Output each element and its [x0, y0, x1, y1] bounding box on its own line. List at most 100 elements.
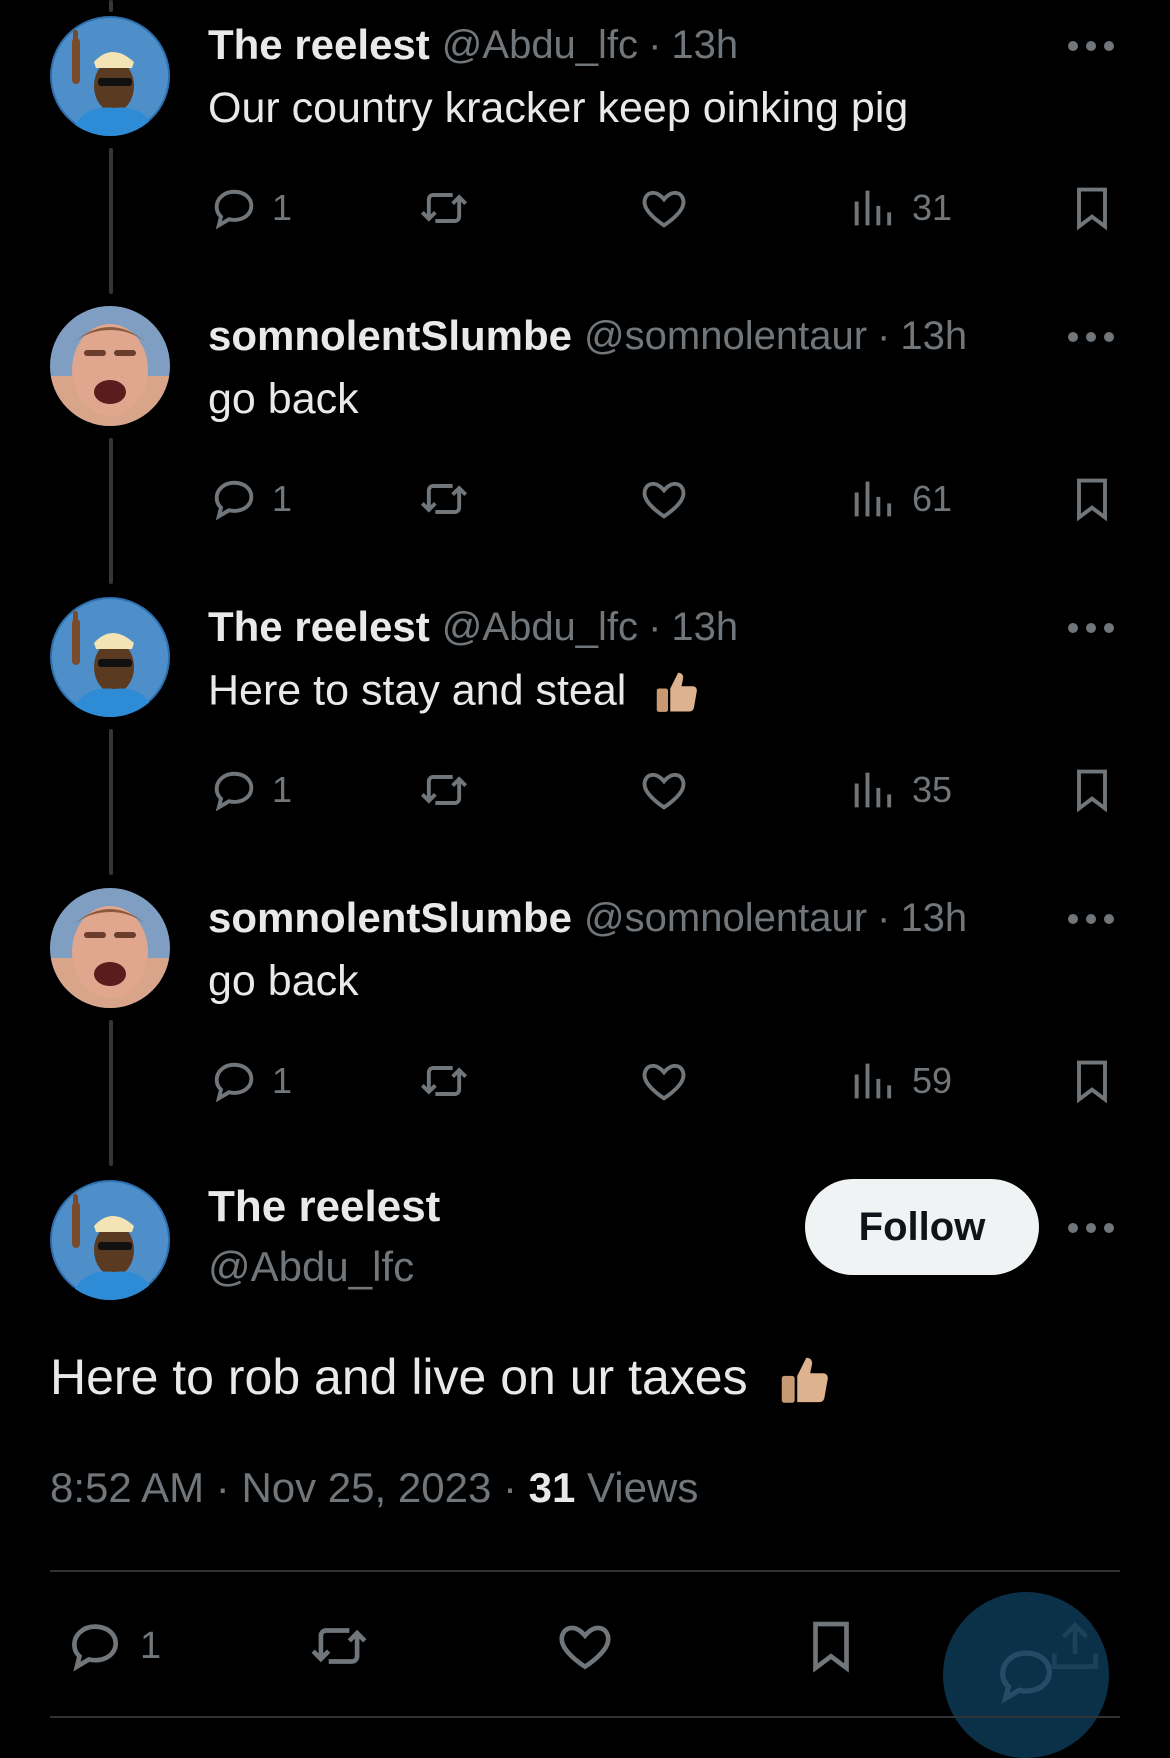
views-icon — [854, 190, 892, 226]
more-icon[interactable] — [1068, 327, 1114, 347]
reply-button[interactable]: 1 — [208, 471, 292, 527]
more-icon[interactable] — [1068, 618, 1114, 638]
reply-button[interactable]: 1 — [208, 762, 292, 818]
bookmark-button[interactable] — [1066, 1053, 1118, 1109]
bookmark-icon — [1077, 1060, 1107, 1104]
reply-icon — [214, 1062, 254, 1103]
bookmark-button[interactable] — [1066, 180, 1118, 236]
tweet-text: go back — [208, 375, 359, 423]
reply-icon — [214, 771, 254, 812]
like-button[interactable] — [638, 1053, 690, 1109]
tweet-text-content: Here to rob and live on ur taxes — [50, 1349, 748, 1405]
compose-fab-icon — [1000, 1650, 1052, 1704]
like-button[interactable] — [554, 1614, 616, 1678]
retweet-button[interactable] — [418, 762, 470, 818]
views-icon — [854, 772, 892, 808]
avatar[interactable] — [50, 888, 170, 1008]
reply-count: 1 — [272, 769, 293, 810]
tweet-text: Here to rob and live on ur taxes — [50, 1348, 836, 1412]
bookmark-icon — [1077, 769, 1107, 813]
like-button[interactable] — [638, 471, 690, 527]
tweet-time[interactable]: 8:52 AM — [50, 1464, 204, 1511]
like-icon — [642, 772, 686, 810]
separator: · — [877, 313, 891, 358]
views-label: Views — [587, 1464, 699, 1511]
more-icon[interactable] — [1068, 36, 1114, 56]
tweet-text: Our country kracker keep oinking pig — [208, 84, 909, 132]
like-icon — [642, 190, 686, 228]
thumbs-up-emoji — [781, 1357, 828, 1403]
bookmark-icon — [813, 1621, 849, 1673]
views-button[interactable]: 61 — [848, 471, 952, 527]
retweet-icon — [311, 1628, 367, 1664]
thread-line — [109, 438, 113, 584]
author-name[interactable]: somnolentSlumbe — [208, 894, 572, 942]
compose-fab[interactable] — [943, 1592, 1109, 1758]
reply-icon — [72, 1624, 118, 1672]
retweet-button[interactable] — [418, 180, 470, 236]
divider — [50, 1570, 1120, 1572]
views-count: 59 — [912, 1060, 953, 1101]
separator: · — [648, 604, 662, 649]
author-handle[interactable]: @Abdu_lfc — [208, 1243, 414, 1291]
timestamp[interactable]: 13h — [671, 605, 738, 650]
retweet-icon — [420, 775, 468, 805]
follow-button[interactable]: Follow — [805, 1179, 1039, 1275]
views-button[interactable]: 31 — [848, 180, 952, 236]
views-count: 31 — [912, 187, 953, 228]
author-handle[interactable]: @Abdu_lfc — [442, 605, 638, 650]
like-button[interactable] — [638, 762, 690, 818]
views-icon — [854, 1063, 892, 1099]
reply-count: 1 — [272, 187, 293, 228]
timestamp[interactable]: 13h — [900, 314, 967, 359]
avatar[interactable] — [50, 16, 170, 136]
avatar[interactable] — [50, 597, 170, 717]
retweet-icon — [420, 484, 468, 514]
timestamp[interactable]: 13h — [671, 23, 738, 68]
like-icon — [559, 1625, 611, 1670]
author-name[interactable]: somnolentSlumbe — [208, 312, 572, 360]
views-icon — [854, 481, 892, 517]
separator: · — [502, 1464, 517, 1511]
bookmark-button[interactable] — [1066, 471, 1118, 527]
divider — [50, 1716, 1120, 1718]
avatar[interactable] — [50, 1180, 170, 1300]
bookmark-icon — [1077, 478, 1107, 522]
more-icon[interactable] — [1068, 1218, 1114, 1238]
author-handle[interactable]: @Abdu_lfc — [442, 23, 638, 68]
reply-icon — [214, 480, 254, 521]
thread-line — [109, 148, 113, 294]
views-count: 61 — [912, 478, 953, 519]
bookmark-button[interactable] — [1066, 762, 1118, 818]
thumbs-up-emoji — [657, 672, 698, 712]
author-handle[interactable]: @somnolentaur — [584, 896, 867, 941]
tweet-text: Here to stay and steal — [208, 666, 704, 720]
thread-line — [109, 0, 113, 12]
separator: · — [215, 1464, 230, 1511]
like-button[interactable] — [638, 180, 690, 236]
tweet-date[interactable]: Nov 25, 2023 — [241, 1464, 491, 1511]
author-name[interactable]: The reelest — [208, 603, 430, 651]
retweet-button[interactable] — [418, 471, 470, 527]
views-count: 35 — [912, 769, 953, 810]
retweet-button[interactable] — [308, 1614, 370, 1678]
author-handle[interactable]: @somnolentaur — [584, 314, 867, 359]
thread-line — [109, 1020, 113, 1166]
tweet-text: go back — [208, 957, 359, 1005]
bookmark-button[interactable] — [800, 1614, 862, 1678]
retweet-icon — [420, 193, 468, 223]
reply-button[interactable]: 1 — [208, 1053, 292, 1109]
author-name[interactable]: The reelest — [208, 1182, 440, 1232]
reply-count: 1 — [272, 478, 293, 519]
timestamp[interactable]: 13h — [900, 896, 967, 941]
views-button[interactable]: 35 — [848, 762, 952, 818]
reply-button[interactable]: 1 — [208, 180, 292, 236]
reply-count: 1 — [140, 1624, 162, 1667]
author-name[interactable]: The reelest — [208, 21, 430, 69]
like-icon — [642, 481, 686, 519]
retweet-button[interactable] — [418, 1053, 470, 1109]
reply-button[interactable]: 1 — [64, 1614, 161, 1678]
views-button[interactable]: 59 — [848, 1053, 952, 1109]
more-icon[interactable] — [1068, 909, 1114, 929]
avatar[interactable] — [50, 306, 170, 426]
